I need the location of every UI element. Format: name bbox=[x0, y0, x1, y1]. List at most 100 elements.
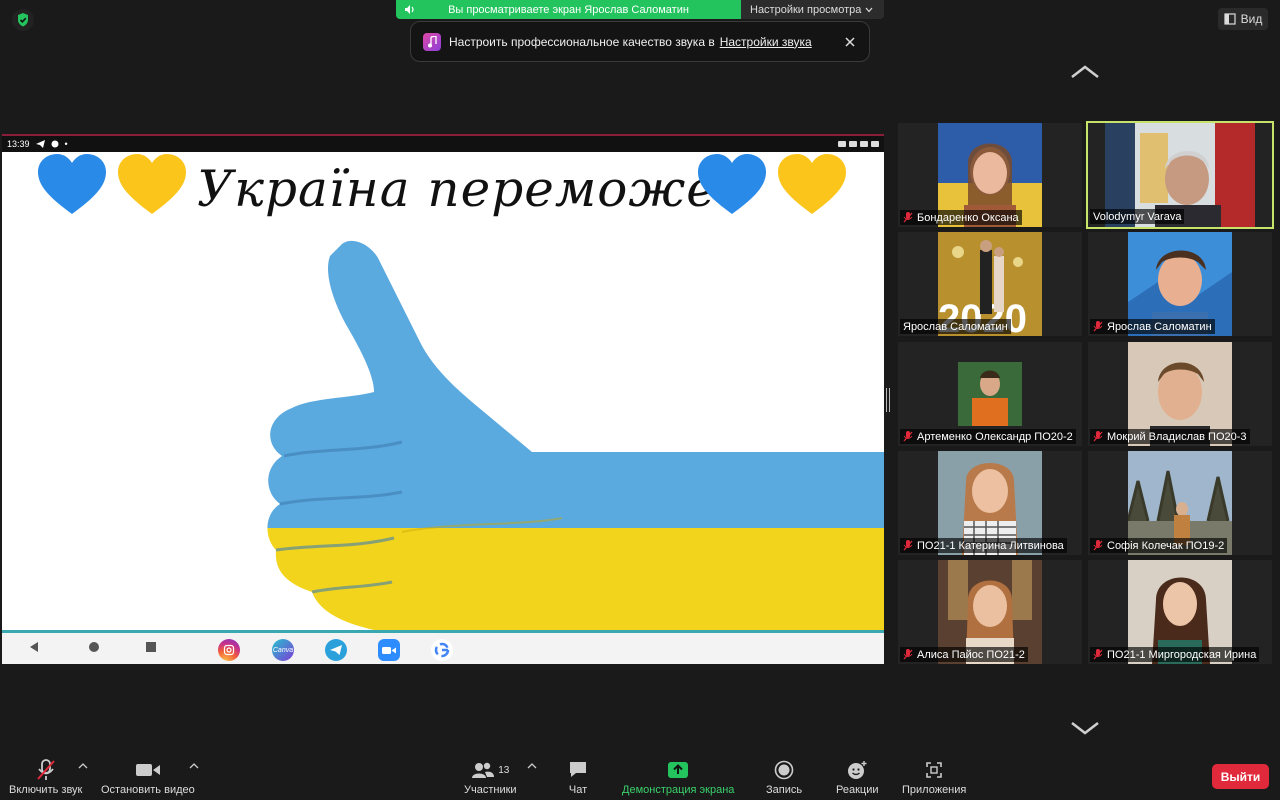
record-icon bbox=[774, 760, 794, 780]
muted-mic-icon bbox=[903, 212, 913, 223]
muted-mic-icon bbox=[903, 649, 913, 660]
participants-count: 13 bbox=[498, 764, 510, 776]
security-shield-icon[interactable] bbox=[12, 9, 34, 31]
stop-video-button[interactable]: Остановить видео bbox=[101, 756, 195, 796]
music-note-icon bbox=[423, 32, 441, 51]
muted-mic-icon bbox=[903, 431, 913, 442]
canva-icon: Canva bbox=[272, 639, 294, 661]
split-resize-handle[interactable] bbox=[886, 388, 890, 412]
audio-settings-link[interactable]: Настройки звука bbox=[720, 35, 812, 49]
participant-tile-active-speaker[interactable]: Volodymyr Varava bbox=[1086, 121, 1274, 229]
thumbs-up-flag-illustration bbox=[267, 240, 884, 630]
status-time: 13:39 bbox=[7, 139, 30, 149]
audio-options-caret-icon[interactable] bbox=[78, 762, 88, 770]
participant-tile[interactable]: Мокрий Владислав ПО20-3 bbox=[1088, 342, 1272, 446]
reactions-smiley-icon bbox=[848, 761, 867, 779]
participant-name: Ярослав Саломатин bbox=[903, 320, 1008, 333]
muted-mic-icon bbox=[1093, 431, 1103, 442]
screen-share-banner: Вы просматриваете экран Ярослав Саломати… bbox=[396, 0, 884, 19]
apps-button[interactable]: Приложения bbox=[902, 756, 966, 796]
back-icon bbox=[30, 642, 38, 652]
meeting-toolbar: Включить звук Остановить видео 13 Участн… bbox=[0, 752, 1280, 800]
muted-mic-icon bbox=[1093, 321, 1103, 332]
share-screen-label: Демонстрация экрана bbox=[622, 784, 735, 796]
participant-tile[interactable]: ПО21-1 Миргородская Ирина bbox=[1088, 560, 1272, 664]
view-grid-icon bbox=[1224, 13, 1236, 25]
record-button[interactable]: Запись bbox=[766, 756, 802, 796]
participant-name: Артеменко Олександр ПО20-2 bbox=[917, 430, 1073, 443]
reactions-label: Реакции bbox=[836, 784, 879, 796]
chat-button[interactable]: Чат bbox=[568, 756, 588, 796]
participant-name-tag: Ярослав Саломатин bbox=[900, 319, 1011, 334]
participant-name: ПО21-1 Катерина Литвинова bbox=[917, 539, 1064, 552]
status-dot-icon: • bbox=[64, 139, 68, 149]
participant-name: Софія Колечак ПО19-2 bbox=[1107, 539, 1225, 552]
recents-icon bbox=[146, 642, 156, 652]
muted-mic-icon bbox=[36, 759, 55, 780]
audio-quality-notice: Настроить профессиональное качество звук… bbox=[410, 21, 870, 62]
participant-tile[interactable]: Софія Колечак ПО19-2 bbox=[1088, 451, 1272, 555]
participant-name: ПО21-1 Миргородская Ирина bbox=[1107, 648, 1257, 661]
participant-tile[interactable]: Артеменко Олександр ПО20-2 bbox=[898, 342, 1082, 446]
apps-label: Приложения bbox=[902, 784, 967, 796]
participant-name: Бондаренко Оксана bbox=[917, 211, 1019, 224]
record-label: Запись bbox=[766, 784, 803, 796]
participant-tile[interactable]: Бондаренко Оксана bbox=[898, 123, 1082, 227]
participants-button[interactable]: 13 Участники bbox=[464, 756, 517, 796]
participant-tile[interactable]: Алиса Пайос ПО21-2 bbox=[898, 560, 1082, 664]
unmute-button[interactable]: Включить звук bbox=[9, 756, 82, 796]
view-options-label: Настройки просмотра bbox=[750, 3, 862, 16]
participant-name-tag: Volodymyr Varava bbox=[1090, 209, 1185, 224]
unmute-label: Включить звук bbox=[9, 784, 83, 796]
sharing-text: Вы просматриваете экран Ярослав Саломати… bbox=[448, 3, 689, 16]
participant-name-tag: Бондаренко Оксана bbox=[900, 210, 1022, 225]
share-screen-button[interactable]: Демонстрация экрана bbox=[622, 756, 734, 796]
viewing-share-indicator: Вы просматриваете экран Ярослав Саломати… bbox=[396, 0, 741, 19]
telegram-icon bbox=[325, 639, 347, 661]
view-button[interactable]: Вид bbox=[1218, 8, 1268, 30]
telegram-status-icon bbox=[35, 140, 45, 148]
participant-name-tag: Алиса Пайос ПО21-2 bbox=[900, 647, 1028, 662]
instagram-icon bbox=[218, 639, 240, 661]
participant-name: Ярослав Саломатин bbox=[1107, 320, 1212, 333]
leave-meeting-button[interactable]: Выйти bbox=[1212, 764, 1269, 789]
participant-name-tag: Артеменко Олександр ПО20-2 bbox=[900, 429, 1076, 444]
message-status-icon bbox=[51, 140, 59, 148]
reactions-button[interactable]: Реакции bbox=[836, 756, 879, 796]
yellow-heart-icon bbox=[118, 154, 186, 214]
view-options-button[interactable]: Настройки просмотра bbox=[741, 0, 884, 19]
participant-name: Volodymyr Varava bbox=[1093, 210, 1182, 223]
participant-name-tag: Мокрий Владислав ПО20-3 bbox=[1090, 429, 1250, 444]
speaker-icon bbox=[405, 5, 414, 14]
chat-label: Чат bbox=[568, 784, 588, 796]
gallery-scroll-down-icon[interactable] bbox=[1070, 720, 1100, 736]
participant-tile[interactable]: Ярослав Саломатин bbox=[1088, 232, 1272, 336]
share-screen-icon bbox=[668, 762, 689, 778]
close-icon[interactable] bbox=[843, 35, 857, 49]
participants-icon bbox=[472, 762, 495, 778]
video-options-caret-icon[interactable] bbox=[189, 762, 199, 770]
home-icon bbox=[89, 642, 99, 652]
participant-name-tag: Ярослав Саломатин bbox=[1090, 319, 1215, 334]
muted-mic-icon bbox=[1093, 540, 1103, 551]
slide-image: Україна переможе! bbox=[2, 152, 884, 630]
muted-mic-icon bbox=[1093, 649, 1103, 660]
phone-navigation-bar: Canva bbox=[2, 630, 884, 664]
participant-tile[interactable]: ПО21-1 Катерина Литвинова bbox=[898, 451, 1082, 555]
phone-status-bar: 13:39 • bbox=[2, 136, 884, 152]
gallery-scroll-up-icon[interactable] bbox=[1070, 64, 1100, 80]
status-right-icons bbox=[838, 141, 879, 147]
shared-screen: 13:39 • Україна переможе! Canva bbox=[2, 134, 884, 664]
participant-tile[interactable]: 2020 Ярослав Саломатин bbox=[898, 232, 1082, 336]
participant-video bbox=[958, 362, 1022, 426]
notice-text: Настроить профессиональное качество звук… bbox=[449, 34, 715, 49]
muted-mic-icon bbox=[903, 540, 913, 551]
google-icon bbox=[431, 639, 453, 661]
participants-options-caret-icon[interactable] bbox=[527, 762, 537, 770]
participant-name: Мокрий Владислав ПО20-3 bbox=[1107, 430, 1247, 443]
apps-icon bbox=[926, 762, 942, 778]
yellow-heart-icon bbox=[778, 154, 846, 214]
blue-heart-icon bbox=[38, 154, 106, 214]
participants-label: Участники bbox=[464, 784, 517, 796]
zoom-icon bbox=[378, 639, 400, 661]
